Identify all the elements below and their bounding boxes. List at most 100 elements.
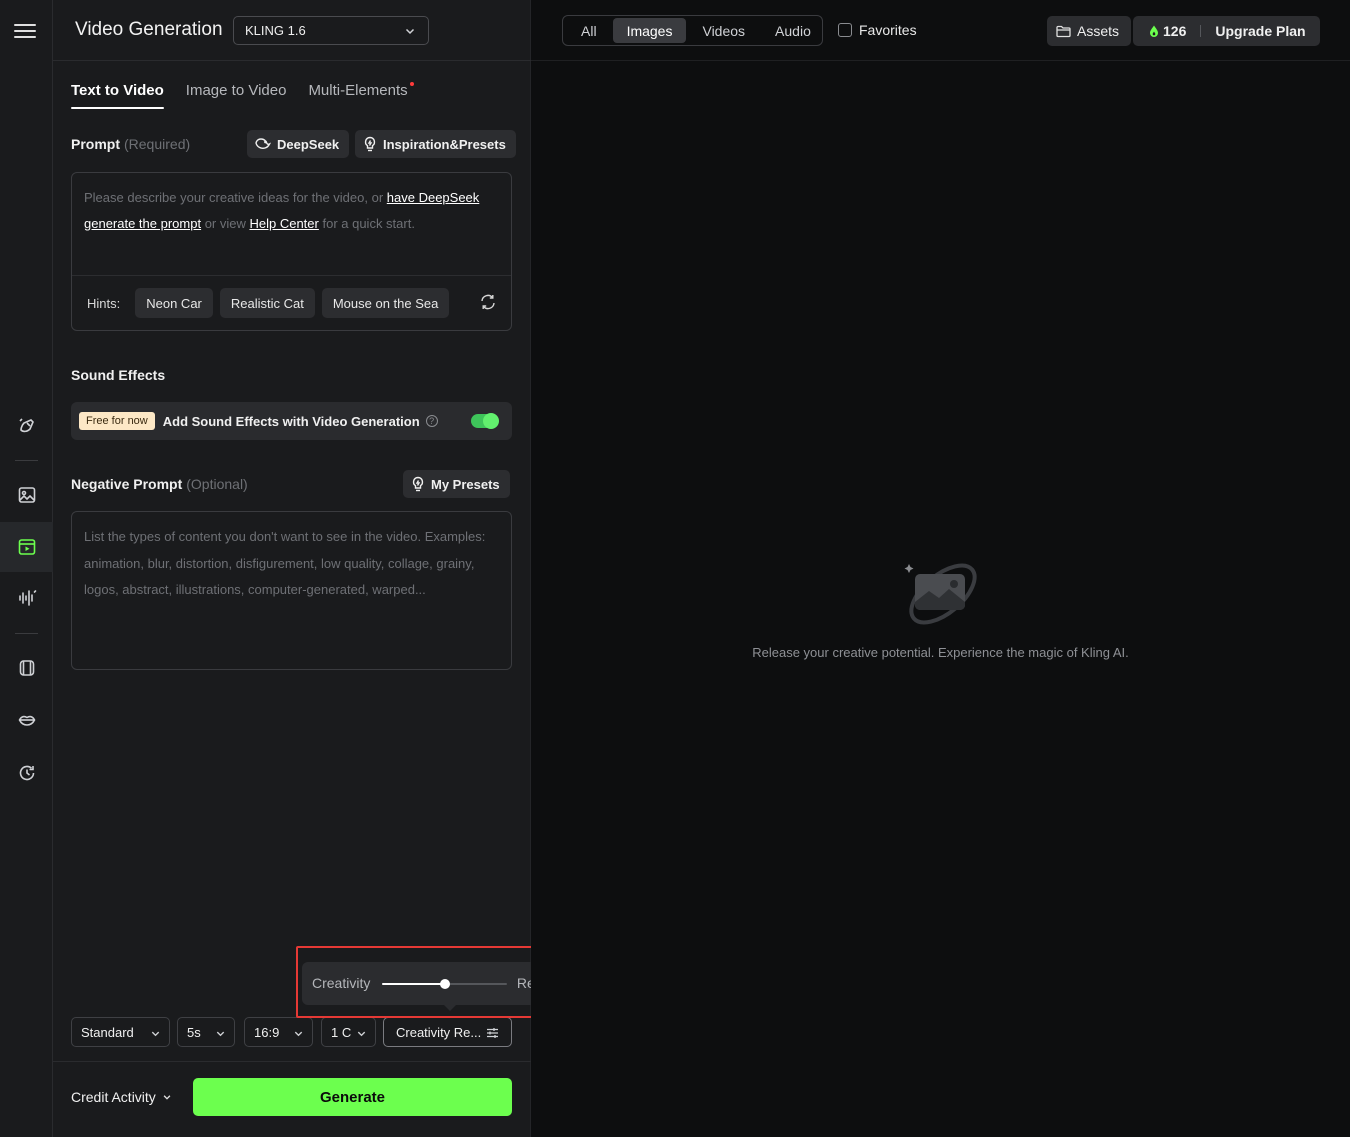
favorites-checkbox[interactable]: Favorites	[838, 22, 917, 38]
favorites-label: Favorites	[859, 22, 917, 38]
chevron-down-icon	[294, 1031, 303, 1037]
sound-effects-row: Free for now Add Sound Effects with Vide…	[71, 402, 512, 440]
sound-effects-toggle[interactable]	[471, 413, 499, 429]
empty-gallery-icon	[904, 563, 977, 625]
lips-icon[interactable]	[0, 695, 53, 745]
video-icon[interactable]	[0, 522, 53, 572]
chevron-down-icon	[163, 1095, 171, 1100]
tab-multi-elements[interactable]: Multi-Elements	[308, 82, 414, 109]
hamburger-icon[interactable]	[14, 20, 36, 42]
creativity-label: Creativity	[312, 975, 371, 991]
credit-activity-label: Credit Activity	[71, 1089, 156, 1105]
aspect-ratio-value: 16:9	[254, 1024, 280, 1040]
panel-header: Video Generation KLING 1.6	[53, 0, 531, 61]
assets-label: Assets	[1077, 23, 1120, 39]
free-badge: Free for now	[79, 412, 155, 430]
slider-thumb[interactable]	[440, 979, 450, 989]
negative-prompt-optional: (Optional)	[186, 476, 248, 492]
folder-icon	[1056, 25, 1071, 37]
deepseek-whale-icon	[255, 138, 271, 149]
media-filter: All Images Videos Audio	[562, 15, 823, 46]
left-rail	[0, 0, 53, 1137]
credits-count: 126	[1163, 23, 1187, 39]
history-icon[interactable]	[0, 748, 53, 798]
avatar-frame-icon[interactable]	[0, 643, 53, 693]
chevron-down-icon	[216, 1031, 225, 1037]
prompt-required: (Required)	[124, 136, 191, 152]
prompt-placeholder: Please describe your creative ideas for …	[84, 185, 499, 237]
bulb-icon	[364, 136, 376, 152]
creativity-relevance-button[interactable]: Creativity Re...	[383, 1017, 512, 1047]
negative-prompt-input[interactable]: List the types of content you don't want…	[71, 511, 512, 670]
hint-mouse-on-the-sea[interactable]: Mouse on the Sea	[321, 288, 450, 318]
magic-brush-icon[interactable]	[0, 401, 53, 451]
new-dot	[409, 82, 414, 86]
page-title: Video Generation	[75, 19, 223, 40]
credits-balance: 126	[1149, 23, 1186, 39]
mode-select[interactable]: Standard	[71, 1017, 170, 1047]
creativity-relevance-slider[interactable]	[382, 979, 507, 989]
prompt-label-text: Prompt	[71, 136, 120, 152]
deepseek-button[interactable]: DeepSeek	[247, 130, 350, 158]
checkbox-box	[838, 23, 852, 37]
tab-label: Text to Video	[71, 82, 164, 99]
negative-prompt-label-text: Negative Prompt	[71, 476, 183, 492]
sound-effects-label: Sound Effects	[71, 367, 166, 383]
mode-tabs: Text to Video Image to Video Multi-Eleme…	[71, 82, 414, 109]
prompt-label: Prompt (Required)	[71, 136, 190, 152]
placeholder-part: Please describe your creative ideas for …	[84, 190, 387, 205]
sound-effects-text: Add Sound Effects with Video Generation	[162, 413, 420, 429]
toggle-knob	[483, 413, 499, 429]
negative-prompt-label: Negative Prompt (Optional)	[71, 476, 248, 492]
assets-button[interactable]: Assets	[1047, 16, 1132, 46]
model-select-value: KLING 1.6	[245, 23, 306, 38]
filter-videos[interactable]: Videos	[688, 18, 759, 43]
divider	[1200, 25, 1202, 37]
help-center-link[interactable]: Help Center	[249, 216, 318, 231]
footer-divider	[53, 1061, 531, 1062]
upgrade-plan-button[interactable]: Upgrade Plan	[1215, 23, 1305, 39]
chevron-down-icon	[405, 28, 415, 35]
chevron-down-icon	[357, 1031, 366, 1037]
duration-select[interactable]: 5s	[177, 1017, 235, 1047]
slider-fill	[382, 983, 445, 985]
tab-text-to-video[interactable]: Text to Video	[71, 82, 164, 109]
hint-neon-car[interactable]: Neon Car	[135, 288, 213, 318]
my-presets-button[interactable]: My Presets	[403, 470, 510, 498]
sliders-icon	[487, 1028, 498, 1038]
prompt-input[interactable]: Please describe your creative ideas for …	[71, 172, 512, 331]
image-icon[interactable]	[0, 470, 53, 520]
creativity-relevance-label: Creativity Re...	[396, 1024, 482, 1040]
hints-label: Hints:	[87, 295, 121, 311]
tab-label: Multi-Elements	[308, 82, 408, 99]
audio-wave-icon[interactable]	[0, 573, 53, 623]
inspiration-presets-button[interactable]: Inspiration&Presets	[355, 130, 516, 158]
refresh-icon[interactable]	[479, 293, 497, 311]
model-select[interactable]: KLING 1.6	[233, 16, 429, 45]
inspiration-presets-label: Inspiration&Presets	[383, 136, 506, 152]
tab-image-to-video[interactable]: Image to Video	[186, 82, 287, 109]
generate-button[interactable]: Generate	[193, 1078, 512, 1116]
hint-realistic-cat[interactable]: Realistic Cat	[219, 288, 315, 318]
my-presets-label: My Presets	[431, 476, 500, 492]
filter-all[interactable]: All	[567, 18, 611, 43]
output-count-select[interactable]: 1 C	[321, 1017, 376, 1047]
filter-audio[interactable]: Audio	[761, 18, 825, 43]
help-icon[interactable]: ?	[425, 415, 438, 427]
placeholder-part: for a quick start.	[318, 216, 415, 231]
hints-bar: Hints: Neon Car Realistic Cat Mouse on t…	[72, 275, 511, 330]
output-count-value: 1 C	[331, 1024, 352, 1040]
credit-activity-dropdown[interactable]: Credit Activity	[71, 1089, 172, 1105]
tab-label: Image to Video	[185, 82, 287, 99]
top-bar: All Images Videos Audio Favorites Assets…	[531, 0, 1350, 61]
duration-select-value: 5s	[187, 1024, 201, 1040]
plan-bar: 126 Upgrade Plan	[1133, 16, 1320, 46]
popover-arrow	[444, 1005, 456, 1011]
empty-state-message: Release your creative potential. Experie…	[752, 645, 1129, 660]
deepseek-button-label: DeepSeek	[277, 136, 340, 152]
filter-images[interactable]: Images	[612, 18, 687, 43]
mode-select-value: Standard	[81, 1024, 134, 1040]
aspect-ratio-select[interactable]: 16:9	[244, 1017, 313, 1047]
placeholder-part: or view	[201, 216, 250, 231]
bulb-icon	[412, 476, 424, 492]
